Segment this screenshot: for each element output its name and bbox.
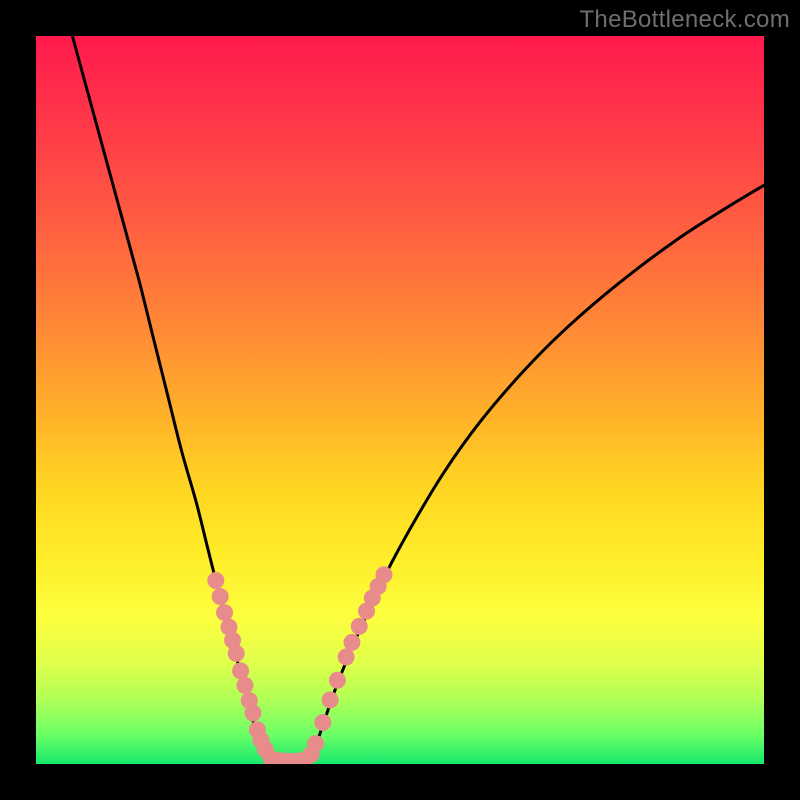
data-point bbox=[343, 634, 360, 651]
data-point bbox=[216, 604, 233, 621]
chart-svg bbox=[36, 36, 764, 764]
watermark-text: TheBottleneck.com bbox=[579, 6, 790, 34]
data-point bbox=[375, 566, 392, 583]
curve-right-curve bbox=[309, 185, 764, 764]
data-point bbox=[322, 691, 339, 708]
plot-area bbox=[36, 36, 764, 764]
data-point bbox=[338, 648, 355, 665]
data-point bbox=[329, 672, 346, 689]
data-point bbox=[307, 735, 324, 752]
data-point bbox=[212, 588, 229, 605]
data-point bbox=[228, 645, 245, 662]
data-point bbox=[236, 677, 253, 694]
curve-group bbox=[72, 36, 764, 764]
data-point bbox=[207, 572, 224, 589]
data-point bbox=[314, 714, 331, 731]
data-point bbox=[244, 705, 261, 722]
data-point bbox=[351, 618, 368, 635]
dot-group bbox=[207, 566, 392, 764]
data-point bbox=[232, 662, 249, 679]
chart-frame: TheBottleneck.com bbox=[0, 0, 800, 800]
